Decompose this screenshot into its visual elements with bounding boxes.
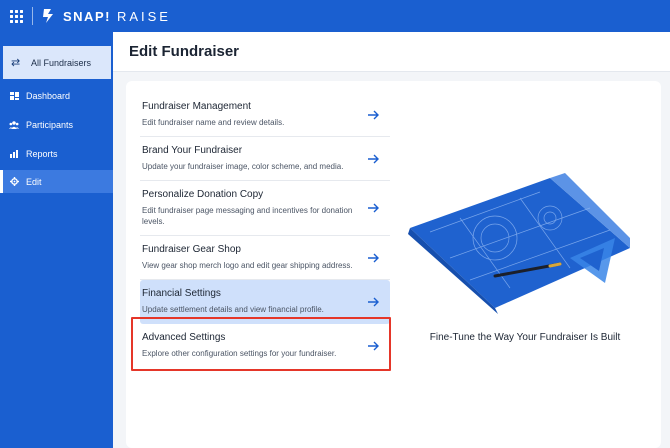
setting-description: Edit fundraiser name and review details. (142, 118, 285, 127)
sidebar-item-label: Reports (26, 148, 58, 159)
sidebar-item-label: Participants (26, 119, 74, 130)
setting-title: Financial Settings (142, 288, 221, 299)
arrow-right-icon (368, 203, 379, 213)
sidebar-item-participants[interactable]: Participants (0, 113, 113, 136)
settings-list: Fundraiser Management Edit fundraiser na… (140, 93, 390, 367)
sidebar-item-dashboard[interactable]: Dashboard (0, 84, 113, 107)
sidebar-item-edit[interactable]: Edit (0, 170, 113, 193)
sidebar-item-reports[interactable]: Reports (0, 142, 113, 165)
illustration-caption: Fine-Tune the Way Your Fundraiser Is Bui… (429, 332, 621, 343)
sidebar-item-label: Dashboard (26, 90, 71, 101)
brand-name: SNAP! (63, 8, 111, 24)
page-header: Edit Fundraiser (113, 32, 670, 72)
sidebar-item-all-fundraisers[interactable]: ⇄ All Fundraisers (0, 46, 111, 79)
sidebar: ⇄ All Fundraisers Dashboard Participants… (0, 32, 113, 448)
setting-title: Brand Your Fundraiser (142, 145, 243, 156)
setting-description: Edit fundraiser page messaging and incen… (142, 206, 353, 226)
setting-description: Update your fundraiser image, color sche… (142, 162, 344, 171)
participants-icon (8, 120, 20, 129)
setting-description: Update settlement details and view finan… (142, 305, 324, 314)
snap-logo-icon (43, 9, 53, 23)
sidebar-item-label: All Fundraisers (31, 57, 92, 68)
apps-grid-icon (9, 9, 23, 23)
brand-logo[interactable]: SNAP! RAISE (39, 6, 171, 26)
setting-financial-settings[interactable]: Financial Settings Update settlement det… (140, 280, 390, 324)
arrow-right-icon (368, 297, 379, 306)
setting-description: View gear shop merch logo and edit gear … (142, 261, 353, 270)
setting-fundraiser-management[interactable]: Fundraiser Management Edit fundraiser na… (140, 93, 390, 137)
top-bar: SNAP! RAISE (0, 0, 670, 32)
page-title: Edit Fundraiser (129, 43, 240, 60)
brand-subname: RAISE (116, 8, 171, 24)
app-grid-button[interactable] (0, 0, 32, 32)
arrow-right-icon (368, 154, 379, 163)
arrow-right-icon (368, 110, 379, 119)
setting-title: Advanced Settings (142, 332, 226, 343)
swap-arrows-icon: ⇄ (11, 57, 21, 69)
arrow-right-icon (368, 341, 379, 350)
setting-brand-your-fundraiser[interactable]: Brand Your Fundraiser Update your fundra… (140, 137, 390, 181)
arrow-right-icon (368, 253, 379, 262)
setting-personalize-donation-copy[interactable]: Personalize Donation Copy Edit fundraise… (140, 181, 390, 236)
setting-advanced-settings[interactable]: Advanced Settings Explore other configur… (140, 324, 390, 367)
setting-title: Personalize Donation Copy (142, 189, 264, 200)
setting-title: Fundraiser Gear Shop (142, 244, 241, 255)
setting-title: Fundraiser Management (142, 101, 251, 112)
setting-fundraiser-gear-shop[interactable]: Fundraiser Gear Shop View gear shop merc… (140, 236, 390, 280)
reports-icon (8, 149, 20, 158)
top-bar-divider (32, 7, 33, 25)
sidebar-item-label: Edit (26, 176, 42, 187)
setting-description: Explore other configuration settings for… (142, 349, 337, 358)
dashboard-icon (8, 91, 20, 100)
gear-icon (8, 177, 20, 186)
blueprint-illustration (408, 173, 630, 314)
